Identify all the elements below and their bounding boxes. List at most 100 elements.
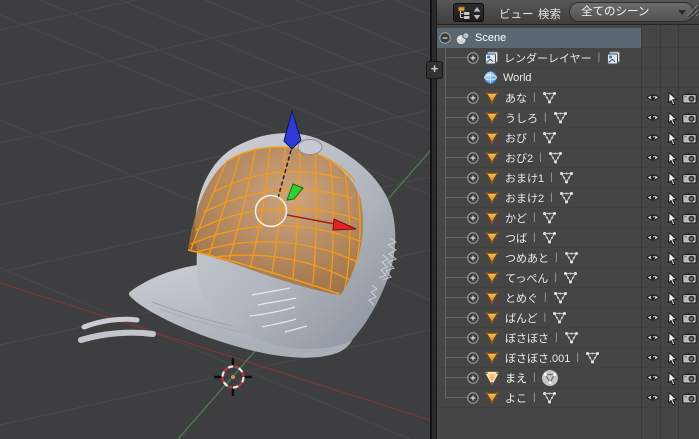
3d-viewport[interactable] (0, 0, 430, 439)
expand-icon[interactable] (467, 371, 479, 384)
selectability-cursor-icon[interactable] (667, 272, 678, 286)
selectability-cursor-icon[interactable] (667, 92, 678, 106)
object-name[interactable]: おび2 (505, 150, 533, 166)
visibility-eye-icon[interactable] (646, 252, 660, 263)
expand-icon[interactable] (467, 351, 479, 364)
visibility-eye-icon[interactable] (646, 372, 660, 383)
renderability-camera-icon[interactable] (682, 152, 697, 164)
object-row[interactable]: ばんど | (437, 308, 699, 328)
world-row[interactable]: World (437, 68, 699, 88)
visibility-eye-icon[interactable] (646, 172, 660, 183)
expand-icon[interactable] (467, 291, 479, 304)
renderability-camera-icon[interactable] (682, 272, 697, 284)
expand-region-button[interactable]: + (426, 61, 443, 79)
renderability-camera-icon[interactable] (682, 232, 697, 244)
expand-icon[interactable] (467, 171, 479, 184)
selectability-cursor-icon[interactable] (667, 192, 678, 206)
object-row[interactable]: つめあと | (437, 248, 699, 268)
scene-name[interactable]: Scene (475, 32, 506, 44)
selectability-cursor-icon[interactable] (667, 152, 678, 166)
editor-type-button[interactable] (453, 3, 484, 22)
object-name[interactable]: うしろ (505, 110, 538, 126)
object-row[interactable]: おまけ1 | (437, 168, 699, 188)
object-name[interactable]: かど (505, 210, 527, 226)
visibility-eye-icon[interactable] (646, 352, 660, 363)
object-row[interactable]: あな | (437, 88, 699, 108)
object-name[interactable]: てっぺん (505, 270, 548, 286)
menu-view[interactable]: ビュー (499, 6, 534, 22)
object-row[interactable]: よこ | (437, 388, 699, 408)
selectability-cursor-icon[interactable] (667, 172, 678, 186)
world-name[interactable]: World (503, 72, 532, 84)
expand-icon[interactable] (467, 91, 479, 104)
renderability-camera-icon[interactable] (682, 352, 697, 364)
expand-icon[interactable] (467, 311, 479, 324)
collapse-icon[interactable] (439, 31, 451, 44)
expand-icon[interactable] (467, 111, 479, 124)
object-row[interactable]: ぼさぼさ.001 | (437, 348, 699, 368)
expand-icon[interactable] (467, 191, 479, 204)
expand-icon[interactable] (467, 211, 479, 224)
visibility-eye-icon[interactable] (646, 332, 660, 343)
expand-icon[interactable] (467, 391, 479, 404)
renderability-camera-icon[interactable] (682, 112, 697, 124)
object-row[interactable]: かど | (437, 208, 699, 228)
expand-icon[interactable] (467, 151, 479, 164)
expand-icon[interactable] (467, 331, 479, 344)
renderability-camera-icon[interactable] (682, 192, 697, 204)
object-name[interactable]: ぼさぼさ.001 (505, 350, 570, 366)
renderability-camera-icon[interactable] (682, 332, 697, 344)
render-layer-row[interactable]: レンダーレイヤー | (437, 48, 699, 68)
visibility-eye-icon[interactable] (646, 272, 660, 283)
renderability-camera-icon[interactable] (682, 212, 697, 224)
selectability-cursor-icon[interactable] (667, 312, 678, 326)
expand-icon[interactable] (467, 231, 479, 244)
selectability-cursor-icon[interactable] (667, 352, 678, 366)
selectability-cursor-icon[interactable] (667, 252, 678, 266)
object-name[interactable]: とめぐ (505, 290, 538, 306)
visibility-eye-icon[interactable] (646, 92, 660, 103)
visibility-eye-icon[interactable] (646, 312, 660, 323)
scene-row[interactable]: Scene (437, 28, 699, 48)
expand-icon[interactable] (467, 51, 479, 64)
object-name[interactable]: まえ (505, 370, 527, 386)
renderability-camera-icon[interactable] (682, 292, 697, 304)
object-name[interactable]: ぼさぼさ (505, 330, 549, 346)
renderability-camera-icon[interactable] (682, 172, 697, 184)
object-name[interactable]: おまけ2 (505, 190, 544, 206)
object-row[interactable]: うしろ | (437, 108, 699, 128)
object-name[interactable]: つめあと (505, 250, 549, 266)
expand-icon[interactable] (467, 131, 479, 144)
object-name[interactable]: つば (505, 230, 527, 246)
object-name[interactable]: あな (505, 90, 527, 106)
selectability-cursor-icon[interactable] (667, 112, 678, 126)
visibility-eye-icon[interactable] (646, 232, 660, 243)
selectability-cursor-icon[interactable] (667, 392, 678, 406)
renderability-camera-icon[interactable] (682, 392, 697, 404)
visibility-eye-icon[interactable] (646, 392, 660, 403)
selectability-cursor-icon[interactable] (667, 372, 678, 386)
renderability-camera-icon[interactable] (682, 132, 697, 144)
object-row[interactable]: てっぺん | (437, 268, 699, 288)
selectability-cursor-icon[interactable] (667, 232, 678, 246)
display-mode-dropdown[interactable]: 全てのシーン (569, 2, 694, 22)
visibility-eye-icon[interactable] (646, 152, 660, 163)
expand-icon[interactable] (467, 271, 479, 284)
visibility-eye-icon[interactable] (646, 132, 660, 143)
visibility-eye-icon[interactable] (646, 192, 660, 203)
visibility-eye-icon[interactable] (646, 112, 660, 123)
object-row[interactable]: おび2 | (437, 148, 699, 168)
renderability-camera-icon[interactable] (682, 92, 697, 104)
object-row[interactable]: おび | (437, 128, 699, 148)
render-layer-name[interactable]: レンダーレイヤー (504, 50, 592, 66)
object-row[interactable]: とめぐ | (437, 288, 699, 308)
selectability-cursor-icon[interactable] (667, 132, 678, 146)
selectability-cursor-icon[interactable] (667, 212, 678, 226)
visibility-eye-icon[interactable] (646, 212, 660, 223)
selectability-cursor-icon[interactable] (667, 292, 678, 306)
object-row-active[interactable]: まえ | (437, 368, 699, 388)
expand-icon[interactable] (467, 251, 479, 264)
object-name[interactable]: おび (505, 130, 527, 146)
object-name[interactable]: よこ (505, 390, 527, 406)
object-row[interactable]: おまけ2 | (437, 188, 699, 208)
